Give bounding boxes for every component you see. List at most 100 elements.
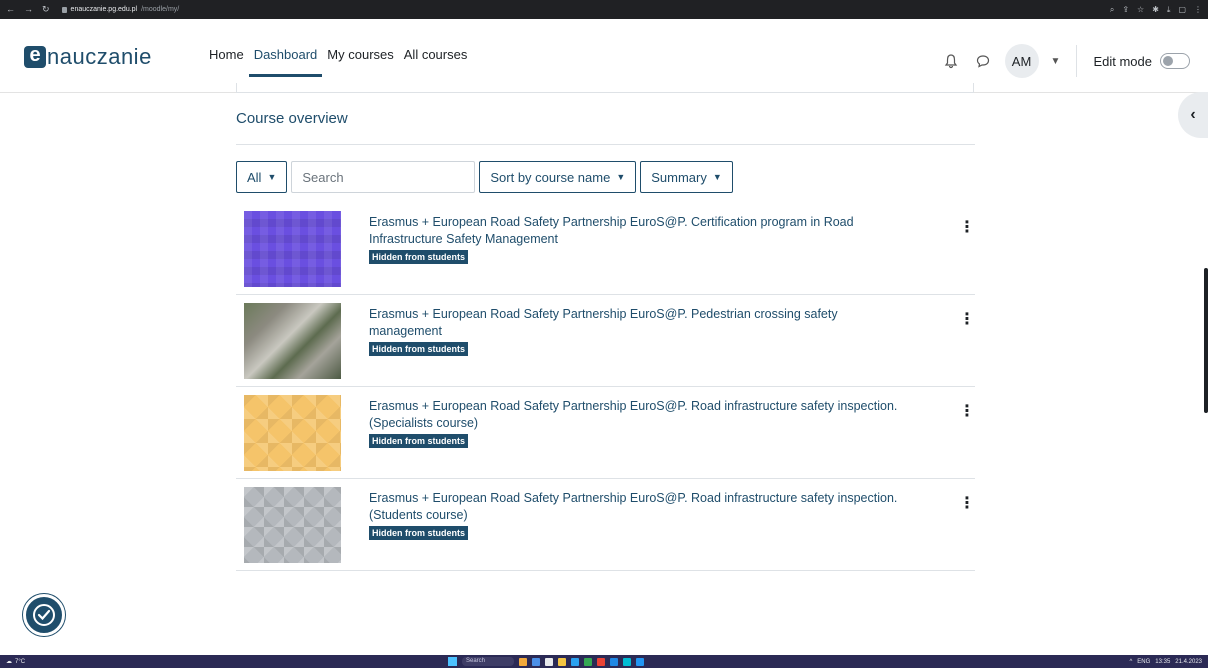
course-item: Erasmus + European Road Safety Partnersh… bbox=[236, 479, 975, 571]
zoom-icon[interactable]: ⌕ bbox=[1110, 5, 1114, 15]
logo-mark: e bbox=[24, 45, 46, 68]
grouping-dropdown[interactable]: All ▼ bbox=[236, 161, 288, 193]
course-item: Erasmus + European Road Safety Partnersh… bbox=[236, 203, 975, 295]
download-icon[interactable]: ⤓ bbox=[1167, 5, 1171, 15]
app-icon[interactable] bbox=[519, 657, 527, 666]
course-filters: All ▼ Search Sort by course name ▼ Summa… bbox=[236, 161, 733, 193]
url-path: /moodle/my/ bbox=[141, 6, 180, 13]
hidden-badge: Hidden from students bbox=[369, 342, 469, 356]
navbar-actions: AM ▼ Edit mode bbox=[941, 44, 1190, 78]
lock-icon bbox=[61, 6, 67, 13]
logo-text: nauczanie bbox=[47, 44, 152, 69]
os-taskbar: ☁ 7°C Search ^ ENG 13:35 21.4.2023 bbox=[0, 655, 1208, 668]
app-icon[interactable] bbox=[571, 657, 579, 666]
forward-icon[interactable]: → bbox=[24, 4, 33, 15]
edit-mode-switch[interactable]: Edit mode bbox=[1093, 53, 1190, 69]
page-scrollbar[interactable] bbox=[1204, 268, 1208, 413]
star-icon[interactable]: ☆ bbox=[1137, 5, 1144, 15]
course-link[interactable]: Erasmus + European Road Safety Partnersh… bbox=[369, 398, 909, 432]
nav-home[interactable]: Home bbox=[204, 47, 249, 77]
course-actions-menu-icon[interactable]: ⋮ bbox=[959, 496, 975, 512]
windows-start-icon[interactable] bbox=[448, 657, 457, 666]
course-image[interactable] bbox=[244, 211, 341, 287]
app-icon[interactable] bbox=[584, 657, 592, 666]
course-title-block: Erasmus + European Road Safety Partnersh… bbox=[369, 398, 909, 449]
weather-widget[interactable]: ☁ 7°C bbox=[6, 658, 26, 666]
search-placeholder: Search bbox=[302, 169, 344, 185]
course-link[interactable]: Erasmus + European Road Safety Partnersh… bbox=[369, 306, 909, 340]
course-actions-menu-icon[interactable]: ⋮ bbox=[959, 220, 975, 236]
app-icon[interactable] bbox=[623, 657, 631, 666]
course-item: Erasmus + European Road Safety Partnersh… bbox=[236, 387, 975, 479]
messages-icon[interactable] bbox=[973, 51, 993, 71]
course-link[interactable]: Erasmus + European Road Safety Partnersh… bbox=[369, 214, 909, 248]
course-image[interactable] bbox=[244, 395, 341, 471]
address-bar[interactable]: enauczanie.pg.edu.pl/moodle/my/ bbox=[61, 6, 180, 13]
app-icon[interactable] bbox=[597, 657, 605, 666]
language-indicator[interactable]: ENG bbox=[1137, 659, 1150, 665]
primary-navigation: Home Dashboard My courses All courses bbox=[204, 47, 472, 77]
course-image[interactable] bbox=[244, 487, 341, 563]
sort-dropdown-label: Sort by course name bbox=[490, 169, 611, 185]
course-search-input[interactable]: Search bbox=[291, 161, 476, 193]
chevron-down-icon: ▼ bbox=[616, 172, 626, 182]
toggle-knob bbox=[1163, 56, 1173, 66]
notifications-icon[interactable] bbox=[941, 51, 961, 71]
app-icon[interactable] bbox=[532, 657, 540, 666]
back-icon[interactable]: ← bbox=[6, 4, 15, 15]
edit-mode-toggle[interactable] bbox=[1160, 53, 1190, 69]
nav-dashboard[interactable]: Dashboard bbox=[248, 47, 323, 77]
nav-all-courses[interactable]: All courses bbox=[399, 47, 473, 77]
course-title-block: Erasmus + European Road Safety Partnersh… bbox=[369, 214, 909, 265]
extensions-icon[interactable]: ✱ bbox=[1152, 5, 1159, 15]
display-dropdown-label: Summary bbox=[651, 169, 707, 185]
hidden-badge: Hidden from students bbox=[369, 434, 469, 448]
nav-my-courses[interactable]: My courses bbox=[322, 47, 398, 77]
user-menu-chevron-down-icon[interactable]: ▼ bbox=[1051, 56, 1061, 67]
chevron-down-icon: ▼ bbox=[267, 172, 277, 182]
folder-icon[interactable] bbox=[558, 657, 566, 666]
site-logo[interactable]: e nauczanie bbox=[24, 44, 152, 70]
reload-icon[interactable]: ↻ bbox=[42, 4, 50, 15]
grouping-dropdown-label: All bbox=[247, 169, 262, 185]
system-tray: ^ ENG 13:35 21.4.2023 bbox=[1129, 659, 1202, 665]
share-icon[interactable]: ⇪ bbox=[1122, 5, 1129, 15]
course-title-block: Erasmus + European Road Safety Partnersh… bbox=[369, 490, 909, 541]
open-block-drawer-chevron-left-icon[interactable]: ‹ bbox=[1178, 92, 1208, 138]
course-actions-menu-icon[interactable]: ⋮ bbox=[959, 312, 975, 328]
accessibility-button[interactable] bbox=[23, 594, 65, 636]
course-item: Erasmus + European Road Safety Partnersh… bbox=[236, 295, 975, 387]
course-image[interactable] bbox=[244, 303, 341, 379]
previous-block-bottom bbox=[236, 83, 974, 93]
course-link[interactable]: Erasmus + European Road Safety Partnersh… bbox=[369, 490, 909, 524]
course-title-block: Erasmus + European Road Safety Partnersh… bbox=[369, 306, 909, 357]
section-divider bbox=[236, 144, 975, 145]
course-actions-menu-icon[interactable]: ⋮ bbox=[959, 404, 975, 420]
navbar-divider bbox=[1076, 45, 1078, 77]
browser-actions: ⌕ ⇪ ☆ ✱ ⤓ ▢ ⋮ bbox=[1110, 5, 1202, 15]
hidden-badge: Hidden from students bbox=[369, 250, 469, 264]
temperature: 7°C bbox=[15, 658, 26, 665]
browser-nav-buttons: ← → ↻ bbox=[6, 4, 50, 15]
cloud-icon: ☁ bbox=[6, 659, 12, 665]
app-icon[interactable] bbox=[636, 657, 644, 666]
clock-time[interactable]: 13:35 bbox=[1155, 659, 1170, 665]
menu-icon[interactable]: ⋮ bbox=[1194, 5, 1202, 15]
taskbar-search[interactable]: Search bbox=[462, 657, 514, 666]
clock-date[interactable]: 21.4.2023 bbox=[1175, 659, 1202, 665]
user-avatar[interactable]: AM bbox=[1004, 44, 1039, 78]
app-icon[interactable] bbox=[610, 657, 618, 666]
url-host: enauczanie.pg.edu.pl bbox=[70, 6, 138, 13]
edit-mode-label: Edit mode bbox=[1093, 53, 1152, 69]
hidden-badge: Hidden from students bbox=[369, 526, 469, 540]
tray-chevron-up-icon[interactable]: ^ bbox=[1129, 659, 1132, 665]
course-overview-title: Course overview bbox=[236, 110, 348, 127]
app-icon[interactable] bbox=[545, 657, 553, 666]
chevron-down-icon: ▼ bbox=[712, 172, 722, 182]
site-navbar: e nauczanie Home Dashboard My courses Al… bbox=[0, 19, 1208, 93]
window-icon[interactable]: ▢ bbox=[1178, 5, 1186, 15]
display-dropdown[interactable]: Summary ▼ bbox=[640, 161, 733, 193]
sort-dropdown[interactable]: Sort by course name ▼ bbox=[479, 161, 637, 193]
browser-toolbar: ← → ↻ enauczanie.pg.edu.pl/moodle/my/ ⌕ … bbox=[0, 0, 1208, 19]
course-list: Erasmus + European Road Safety Partnersh… bbox=[236, 203, 975, 571]
